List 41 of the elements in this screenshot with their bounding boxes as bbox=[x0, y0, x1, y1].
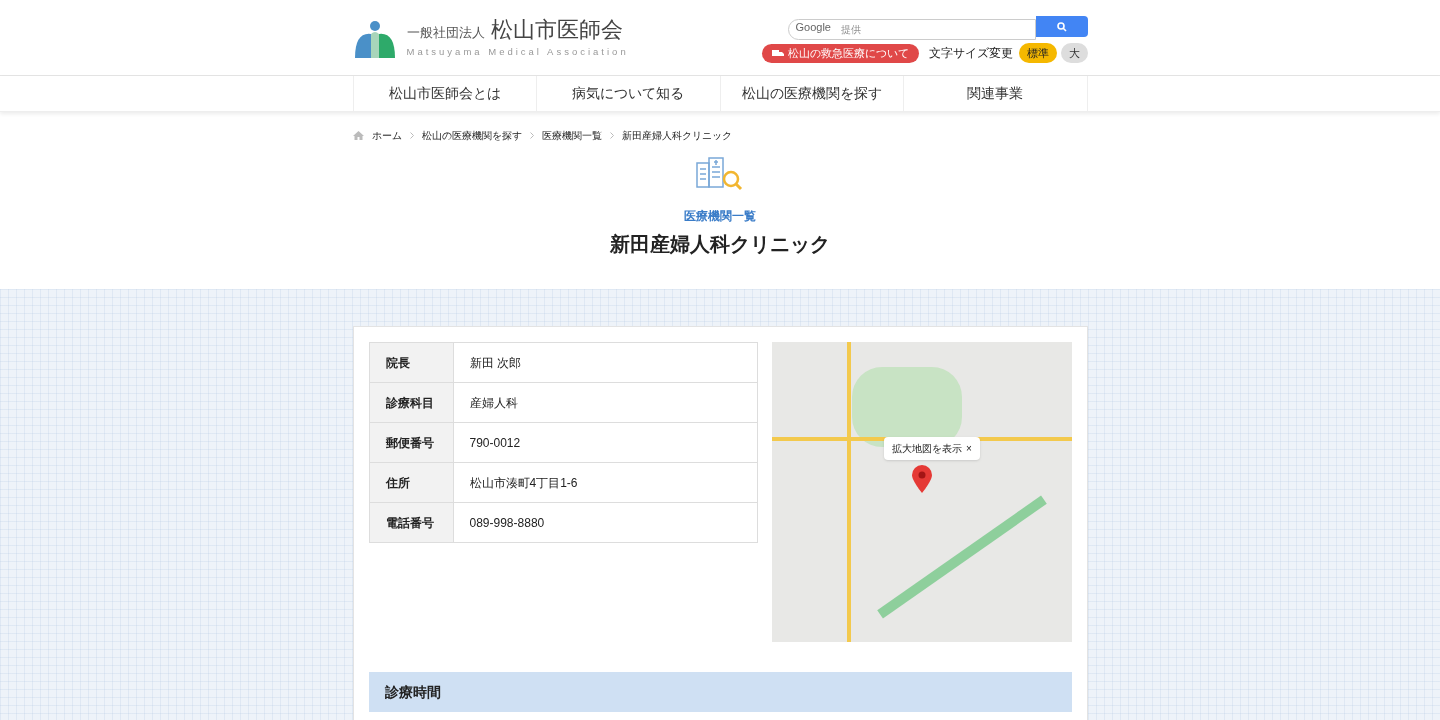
row-value: 790-0012 bbox=[453, 422, 758, 463]
section-heading: 診療時間 bbox=[368, 672, 1072, 712]
google-brand: Google bbox=[795, 20, 831, 35]
search-button[interactable] bbox=[1035, 16, 1088, 37]
search-icon bbox=[1056, 21, 1067, 32]
row-value: 産婦人科 bbox=[453, 382, 758, 423]
row-label: 電話番号 bbox=[369, 502, 453, 543]
nav-item[interactable]: 松山市医師会とは bbox=[353, 76, 537, 111]
home-icon bbox=[352, 131, 364, 140]
nav-item[interactable]: 松山の医療機関を探す bbox=[720, 76, 904, 111]
category-label: 医療機関一覧 bbox=[684, 208, 756, 225]
font-size-button[interactable]: 大 bbox=[1060, 43, 1088, 63]
chevron-icon bbox=[409, 132, 414, 139]
chevron-icon bbox=[529, 132, 534, 139]
breadcrumb-link[interactable]: 医療機関一覧 bbox=[541, 128, 602, 143]
nav-item[interactable]: 病気について知る bbox=[537, 76, 721, 111]
row-label: 診療科目 bbox=[369, 382, 453, 423]
ambulance-icon bbox=[771, 48, 784, 58]
breadcrumb-link[interactable]: 松山の医療機関を探す bbox=[421, 128, 522, 143]
chevron-icon bbox=[609, 132, 614, 139]
map-pin-icon bbox=[911, 465, 932, 493]
breadcrumb-current: 新田産婦人科クリニック bbox=[621, 129, 732, 143]
breadcrumb-link[interactable]: ホーム bbox=[371, 128, 402, 143]
row-label: 院長 bbox=[369, 342, 453, 383]
font-size-button[interactable]: 標準 bbox=[1018, 43, 1057, 63]
row-label: 郵便番号 bbox=[369, 422, 453, 463]
hospital-search-icon bbox=[696, 157, 744, 191]
close-button[interactable]: × bbox=[965, 441, 972, 456]
row-label: 住所 bbox=[369, 462, 453, 503]
map-tooltip[interactable]: 拡大地図を表示 × bbox=[883, 437, 980, 460]
row-value: 089-998-8880 bbox=[453, 502, 758, 543]
emergency-link[interactable]: 松山の救急医療について bbox=[761, 43, 919, 63]
logo-subtitle: Matsuyama Medical Association bbox=[406, 45, 629, 60]
nav-item[interactable]: 関連事業 bbox=[904, 76, 1088, 111]
row-value: 新田 次郎 bbox=[453, 342, 758, 383]
logo-icon bbox=[352, 19, 397, 60]
logo-title: 松山市医師会 bbox=[490, 19, 623, 42]
logo-prefix: 一般社団法人 bbox=[406, 26, 485, 40]
font-size-label: 文字サイズ変更 bbox=[928, 45, 1013, 62]
page-title: 新田産婦人科クリニック bbox=[610, 232, 830, 257]
row-value: 松山市湊町4丁目1-6 bbox=[453, 462, 758, 503]
